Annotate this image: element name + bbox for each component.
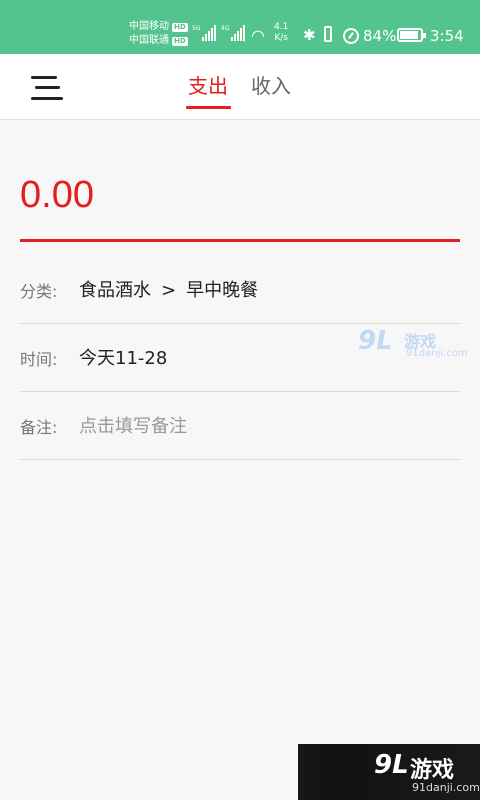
time-label: 时间: [20,350,58,369]
category-row[interactable]: 分类: 食品酒水 > 早中晚餐 [20,256,460,324]
active-tab-indicator [186,106,231,109]
menu-icon[interactable] [31,74,63,102]
note-row[interactable]: 备注: 点击填写备注 [20,392,460,460]
note-input[interactable]: 点击填写备注 [79,412,187,438]
watermark-corner: 9L 游戏 91danji.com [298,744,480,800]
category-value[interactable]: 食品酒水 > 早中晚餐 [79,276,258,302]
category-main: 食品酒水 [79,280,151,301]
signal-icon: 5G [192,25,217,41]
note-label: 备注: [20,418,58,437]
watermark-logo: 9L 游戏 91danji.com [358,326,468,362]
carrier-1: 中国移动 [129,21,169,32]
watermark-name: 游戏 [410,758,455,783]
category-sub: 早中晚餐 [186,280,259,301]
amount-underline [20,239,460,242]
wifi-icon: ◠ [251,26,265,45]
carrier-info: 中国移动 HD 中国联通 HD [129,20,188,48]
speed-value: 4.1 [274,22,289,32]
tab-income[interactable]: 收入 [251,70,291,99]
tab-expense[interactable]: 支出 [188,70,228,99]
time-value[interactable]: 今天11-28 [79,344,167,370]
battery-icon [397,28,426,42]
speedometer-icon [343,28,359,44]
clock: 3:54 [430,27,464,45]
battery-percent: 84% [363,27,397,45]
network-speed: 4.1 K/s [274,22,288,44]
bluetooth-icon: ✱ [303,26,316,44]
carrier-2: 中国联通 [129,35,169,46]
speed-unit: K/s [274,33,288,43]
status-bar: 中国移动 HD 中国联通 HD 5G 4G ◠ 4.1 K/s ✱ 84% 3:54 [0,0,480,54]
vibrate-icon [320,26,336,43]
amount-input[interactable]: 0.00 [20,174,94,217]
watermark-logo-mark: 9L [358,326,393,356]
watermark-domain: 91danji.com [412,781,480,794]
signal-icon: 4G [221,25,246,41]
network-type-2: 4G [221,25,230,32]
watermark-domain: 91danji.com [406,348,468,359]
watermark-logo-mark: 9L [374,750,409,780]
network-type-1: 5G [192,25,201,32]
hd-badge: HD [172,22,188,32]
hd-badge: HD [172,36,188,46]
category-label: 分类: [20,282,58,301]
top-app-bar: 支出 收入 [0,54,480,120]
category-separator: > [161,280,177,301]
